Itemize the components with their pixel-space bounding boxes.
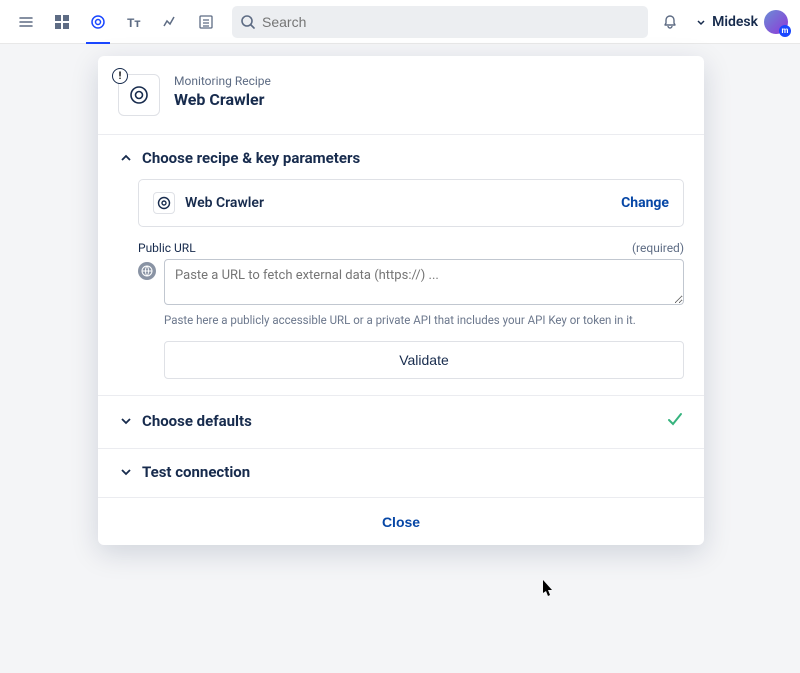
- section-title: Test connection: [142, 463, 684, 481]
- section-test-connection: Test connection: [98, 448, 704, 497]
- svg-text:Tт: Tт: [127, 16, 141, 29]
- chevron-down-icon: [118, 464, 134, 480]
- cursor-icon: [543, 580, 555, 597]
- avatar: [764, 10, 788, 34]
- modal-subtitle: Monitoring Recipe: [174, 74, 271, 88]
- section-header[interactable]: Choose defaults: [118, 410, 684, 432]
- text-icon[interactable]: Tт: [120, 8, 148, 36]
- check-icon: [666, 410, 684, 432]
- recipe-name: Web Crawler: [185, 195, 611, 211]
- field-label: Public URL: [138, 241, 196, 255]
- public-url-field: Public URL (required) Paste here a publi…: [138, 241, 684, 327]
- globe-icon: [138, 262, 156, 280]
- menu-icon[interactable]: [12, 8, 40, 36]
- search-input-wrap[interactable]: [232, 6, 648, 38]
- validate-button[interactable]: Validate: [164, 341, 684, 379]
- grid-icon[interactable]: [48, 8, 76, 36]
- search-icon: [240, 14, 256, 30]
- url-input[interactable]: [164, 259, 684, 305]
- section-title: Choose recipe & key parameters: [142, 149, 684, 167]
- user-name: Midesk: [712, 14, 758, 30]
- section-header[interactable]: Test connection: [118, 463, 684, 481]
- modal-header: ! Monitoring Recipe Web Crawler: [98, 56, 704, 134]
- section-title: Choose defaults: [142, 412, 658, 430]
- close-button[interactable]: Close: [382, 514, 420, 530]
- required-label: (required): [632, 241, 684, 255]
- chevron-down-icon: [696, 17, 706, 27]
- chevron-down-icon: [118, 413, 134, 429]
- selected-recipe-row: Web Crawler Change: [138, 179, 684, 227]
- alert-icon: !: [112, 68, 128, 84]
- recipe-modal: ! Monitoring Recipe Web Crawler Choose r…: [98, 56, 704, 545]
- modal-title: Web Crawler: [174, 90, 271, 109]
- bell-icon[interactable]: [656, 8, 684, 36]
- change-button[interactable]: Change: [621, 195, 669, 211]
- topbar: Tт Midesk: [0, 0, 800, 44]
- section-recipe-params: Choose recipe & key parameters Web Crawl…: [98, 134, 704, 395]
- chart-icon[interactable]: [156, 8, 184, 36]
- target-icon: [153, 192, 175, 214]
- modal-footer: Close: [98, 497, 704, 545]
- list-icon[interactable]: [192, 8, 220, 36]
- chevron-up-icon: [118, 150, 134, 166]
- search-input[interactable]: [262, 14, 640, 30]
- section-defaults: Choose defaults: [98, 395, 704, 448]
- user-menu[interactable]: Midesk: [696, 10, 788, 34]
- recipe-icon: !: [118, 74, 160, 116]
- target-icon[interactable]: [84, 8, 112, 36]
- section-header[interactable]: Choose recipe & key parameters: [118, 149, 684, 167]
- field-helper: Paste here a publicly accessible URL or …: [164, 313, 684, 327]
